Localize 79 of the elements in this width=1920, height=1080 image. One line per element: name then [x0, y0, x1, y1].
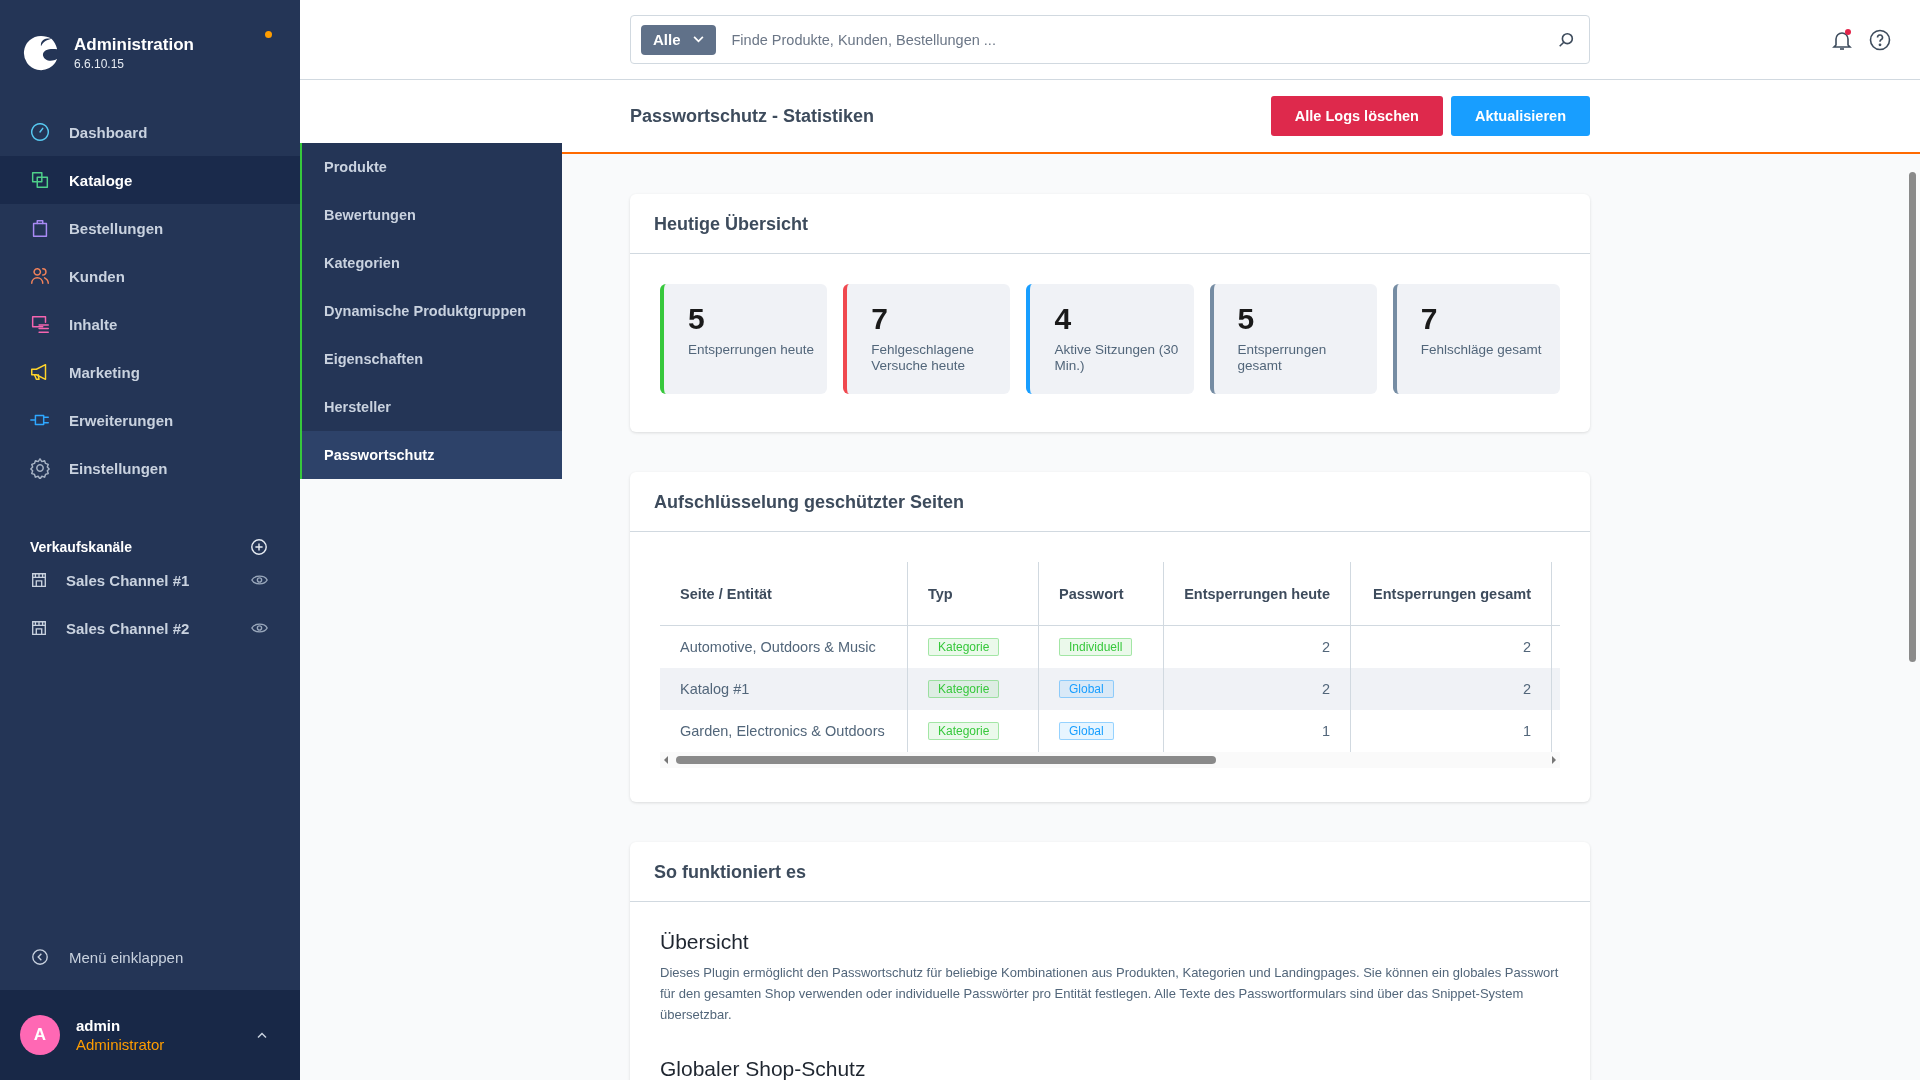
- chevron-down-icon: [692, 36, 704, 43]
- document-list-icon: [29, 313, 51, 335]
- collapse-menu-link[interactable]: Menü einklappen: [0, 948, 300, 990]
- table-cell: 2: [1350, 668, 1552, 710]
- settings-icon: [29, 457, 51, 479]
- nav-item[interactable]: Dashboard: [0, 108, 300, 156]
- stat-value: 4: [1054, 302, 1073, 336]
- stat-value: 7: [1420, 302, 1439, 336]
- nav-item[interactable]: Bestellungen: [0, 204, 300, 252]
- stat-value: 5: [1237, 302, 1256, 336]
- logo-icon: [22, 34, 60, 72]
- column-header[interactable]: Entsperrungen heute: [1163, 562, 1351, 626]
- status-dot: [265, 31, 272, 38]
- help-icon[interactable]: [1868, 28, 1892, 52]
- app-version: 6.6.10.15: [74, 57, 126, 71]
- stat-label: Entsperrungen heute: [688, 342, 816, 359]
- nav-item[interactable]: Einstellungen: [0, 444, 300, 492]
- submenu-item[interactable]: Eigenschaften: [302, 335, 562, 383]
- chevron-left-icon: [31, 948, 49, 966]
- card-title: Aufschlüsselung geschützter Seiten: [630, 472, 1590, 532]
- squares-icon: [29, 169, 51, 191]
- scope-dropdown[interactable]: Alle: [641, 24, 716, 55]
- search-icon[interactable]: [1557, 30, 1575, 49]
- column-header[interactable]: Seite / Entität: [660, 562, 908, 626]
- nav-item[interactable]: Inhalte: [0, 300, 300, 348]
- nav-item[interactable]: Erweiterungen: [0, 396, 300, 444]
- search-field[interactable]: Alle Finde Produkte, Kunden, Bestellungen ...: [630, 15, 1590, 64]
- storefront-icon: [30, 619, 48, 637]
- card-title: Heutige Übersicht: [630, 194, 1590, 254]
- stat-label: Aktive Sitzungen (30 Min.): [1054, 342, 1180, 375]
- stat-label: Fehlschläge gesamt: [1420, 342, 1543, 359]
- eye-icon[interactable]: [251, 622, 268, 634]
- notification-bell-icon[interactable]: [1830, 28, 1854, 52]
- user-name: admin: [76, 1017, 122, 1034]
- column-header[interactable]: Entsperrungen gesamt: [1350, 562, 1552, 626]
- submenu-item[interactable]: Bewertungen: [302, 191, 562, 239]
- stat-value: 5: [688, 302, 706, 336]
- submenu-item[interactable]: Passwortschutz: [302, 431, 562, 479]
- nav-item[interactable]: Kataloge: [0, 156, 300, 204]
- section-heading: Globaler Shop-Schutz: [660, 1057, 867, 1080]
- storefront-icon: [30, 571, 48, 589]
- avatar: A: [20, 1015, 60, 1055]
- horizontal-scrollbar[interactable]: [660, 752, 1560, 768]
- add-icon[interactable]: [250, 538, 268, 556]
- type-tag: Kategorie: [928, 638, 1000, 656]
- submenu-item[interactable]: Dynamische Produktgruppen: [302, 287, 562, 335]
- delete-logs-button[interactable]: Alle Logs löschen: [1270, 96, 1443, 136]
- card-title: So funktioniert es: [630, 842, 1590, 902]
- password-tag: Individuell: [1059, 638, 1133, 656]
- column-header[interactable]: Passwort: [1038, 562, 1164, 626]
- nav-item[interactable]: Kunden: [0, 252, 300, 300]
- sales-channel-item[interactable]: Sales Channel #2: [0, 604, 300, 652]
- user-panel[interactable]: A admin Administrator: [0, 990, 300, 1080]
- stat-label: Fehlgeschlagene Versuche heute: [871, 342, 975, 375]
- table-row[interactable]: Katalog #1 Kategorie Global 2 2: [660, 668, 1560, 710]
- chevron-up-icon[interactable]: [256, 1031, 268, 1039]
- password-tag: Global: [1059, 680, 1114, 698]
- submenu-item[interactable]: Produkte: [302, 143, 562, 191]
- stat-label: Entsperrungen gesamt: [1237, 342, 1328, 375]
- people-icon: [29, 265, 51, 287]
- submenu-item[interactable]: Hersteller: [302, 383, 562, 431]
- section-heading: Übersicht: [660, 930, 750, 954]
- stat-value: 7: [871, 302, 889, 336]
- table-cell: Katalog #1: [660, 668, 908, 710]
- submenu-item[interactable]: Kategorien: [302, 239, 562, 287]
- user-role: Administrator: [76, 1036, 166, 1053]
- column-header[interactable]: Typ: [907, 562, 1039, 626]
- nav-item[interactable]: Marketing: [0, 348, 300, 396]
- section-title: Verkaufskanäle: [30, 539, 132, 555]
- type-tag: Kategorie: [928, 680, 1000, 698]
- sales-channel-item[interactable]: Sales Channel #1: [0, 556, 300, 604]
- table-cell: 2: [1163, 668, 1351, 710]
- eye-icon[interactable]: [251, 574, 268, 586]
- password-tag: Global: [1059, 722, 1114, 740]
- page-title: Passwortschutz - Statistiken: [630, 105, 875, 127]
- app-title: Administration: [74, 35, 195, 55]
- paragraph: Dieses Plugin ermöglicht den Passwortschutz für beliebige Kombinationen aus Produkten, Kategorien und Landingpages. Sie können ein globales Passwort für den gesamten Shop verwenden oder individuelle Passwörter pro Entität festlegen. Alle Texte des Passwortformulars sind über das Snippet-System übersetzbar.: [660, 964, 1560, 1024]
- type-tag: Kategorie: [928, 722, 1000, 740]
- gauge-icon: [29, 121, 51, 143]
